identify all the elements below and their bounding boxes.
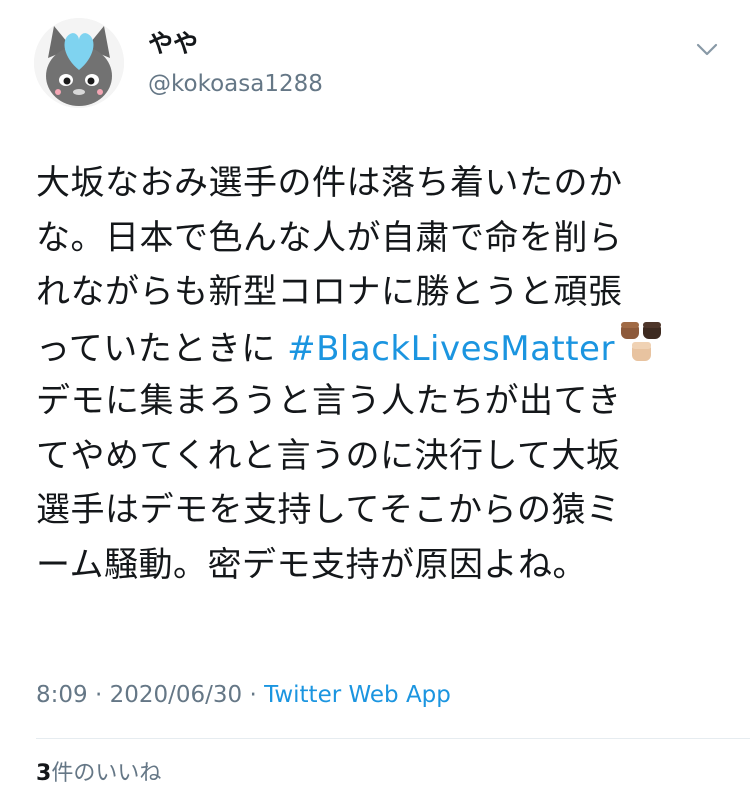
tweet-meta: 8:09 · 2020/06/30 · Twitter Web App <box>36 679 451 711</box>
tweet-text-line: 選手はデモを支持してそこからの猿ミ <box>36 490 621 530</box>
user-handle[interactable]: @kokoasa1288 <box>148 69 323 99</box>
likes-label: 件のいいね <box>51 761 162 786</box>
raised-fist-emoji-icon <box>619 320 665 366</box>
source-link[interactable]: Twitter Web App <box>264 682 451 708</box>
chevron-down-icon <box>696 43 718 56</box>
tweet-text-line: 大坂なおみ選手の件は落ち着いたのか <box>36 163 623 203</box>
display-name[interactable]: やや <box>148 28 198 60</box>
tweet-text-line: ーム騒動。密デモ支持が原因よね。 <box>36 544 587 585</box>
tweet-text-line: れながらも新型コロナに勝とうと頑張 <box>36 272 623 312</box>
likes-count: 3 <box>36 761 52 786</box>
tweet-text-line: デモに集まろうと言う人たちが出てき <box>36 381 622 421</box>
hashtag-link[interactable]: #BlackLivesMatter <box>287 329 615 369</box>
divider <box>36 738 750 739</box>
tweet-text-line: てやめてくれと言うのに決行して大坂 <box>36 435 621 476</box>
tweet-text-line: な。日本で色んな人が自粛で命を削ら <box>36 217 623 258</box>
tweet-text-line: っていたときに #BlackLivesMatter <box>36 320 736 375</box>
cat-with-heart-avatar-icon <box>34 18 124 108</box>
tweet-menu-button[interactable] <box>692 34 722 64</box>
timestamp[interactable]: 8:09 · 2020/06/30 · <box>36 682 264 708</box>
likes-link[interactable]: 3件のいいね <box>36 758 161 790</box>
tweet-text: 大坂なおみ選手の件は落ち着いたのか な。日本で色んな人が自粛で命を削ら れながら… <box>36 156 736 592</box>
tweet-text-segment: っていたときに <box>36 328 288 369</box>
avatar[interactable] <box>34 18 124 108</box>
